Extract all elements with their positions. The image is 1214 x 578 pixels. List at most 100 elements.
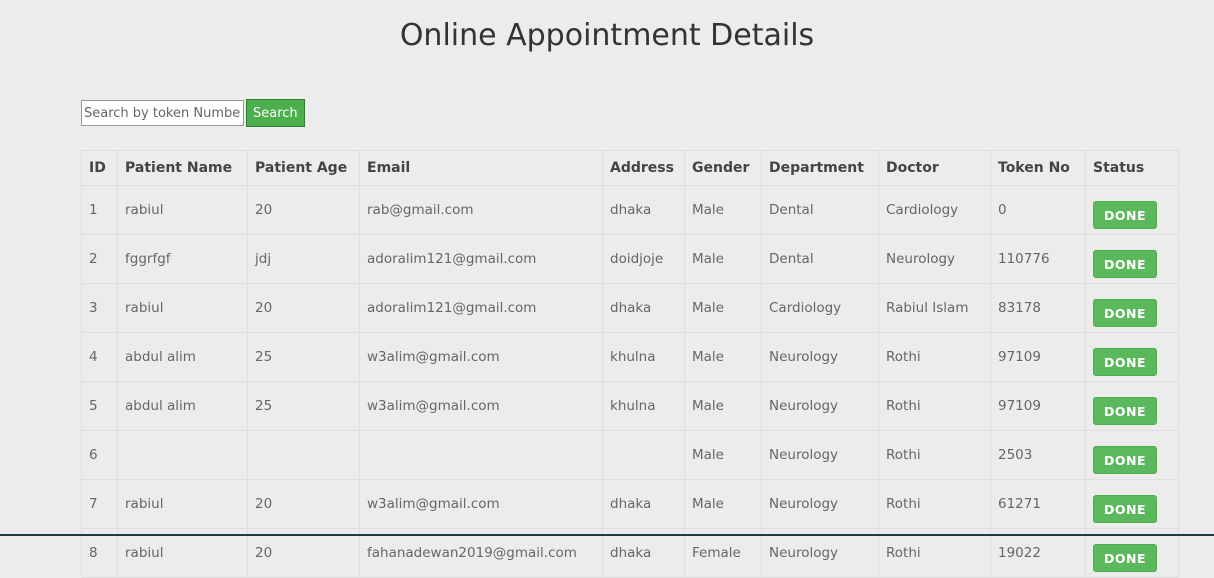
cell-department: Neurology	[761, 332, 879, 382]
cell-gender: Male	[684, 185, 762, 235]
cell-status: DONE	[1085, 332, 1179, 382]
cell-id: 6	[81, 430, 118, 480]
search-button[interactable]: Search	[246, 99, 305, 127]
column-header-gender: Gender	[684, 150, 762, 186]
cell-id: 2	[81, 234, 118, 284]
cell-address	[602, 430, 685, 480]
column-header-address: Address	[602, 150, 685, 186]
column-header-patient-name: Patient Name	[117, 150, 248, 186]
cell-email: w3alim@gmail.com	[359, 381, 603, 431]
cell-gender: Male	[684, 479, 762, 529]
cell-status: DONE	[1085, 381, 1179, 431]
cell-doctor: Neurology	[878, 234, 991, 284]
cell-id: 1	[81, 185, 118, 235]
done-button[interactable]: DONE	[1093, 348, 1157, 376]
cell-status: DONE	[1085, 479, 1179, 529]
column-header-status: Status	[1085, 150, 1179, 186]
cell-email: adoralim121@gmail.com	[359, 234, 603, 284]
table-row: 1 rabiul 20 rab@gmail.com dhaka Male Dental Car…	[81, 185, 1179, 235]
cell-patient-age: 25	[247, 381, 360, 431]
cell-gender: Male	[684, 332, 762, 382]
cell-status: DONE	[1085, 234, 1179, 284]
cell-email: w3alim@gmail.com	[359, 332, 603, 382]
cell-address: khulna	[602, 381, 685, 431]
cell-gender: Male	[684, 234, 762, 284]
cell-address: doidjoje	[602, 234, 685, 284]
column-header-token-no: Token No	[990, 150, 1086, 186]
cell-patient-name: fggrfgf	[117, 234, 248, 284]
cell-status: DONE	[1085, 283, 1179, 333]
cell-gender: Male	[684, 283, 762, 333]
search-form: Search	[81, 99, 305, 127]
cell-token-no: 83178	[990, 283, 1086, 333]
table-row: 2 fggrfgf jdj adoralim121@gmail.com doidjoje…	[81, 234, 1179, 284]
table-body: 1 rabiul 20 rab@gmail.com dhaka Male Dental Car…	[81, 185, 1179, 578]
page-title: Online Appointment Details	[399, 18, 815, 53]
cell-department: Dental	[761, 185, 879, 235]
cell-gender: Male	[684, 381, 762, 431]
cell-doctor: Rothi	[878, 479, 991, 529]
appointments-table: ID Patient Name Patient Age Email Addres…	[81, 150, 1179, 578]
column-header-email: Email	[359, 150, 603, 186]
cell-patient-age: jdj	[247, 234, 360, 284]
cell-department: Dental	[761, 234, 879, 284]
cell-email: rab@gmail.com	[359, 185, 603, 235]
table-row: 4 abdul alim 25 w3alim@gmail.com khulna Male N…	[81, 332, 1179, 382]
cell-token-no: 61271	[990, 479, 1086, 529]
cell-address: dhaka	[602, 185, 685, 235]
done-button[interactable]: DONE	[1093, 299, 1157, 327]
cell-doctor: Rabiul Islam	[878, 283, 991, 333]
cell-email: adoralim121@gmail.com	[359, 283, 603, 333]
cell-email	[359, 430, 603, 480]
cell-patient-name: rabiul	[117, 185, 248, 235]
cell-doctor: Rothi	[878, 332, 991, 382]
search-input[interactable]	[81, 100, 244, 126]
cell-patient-age: 20	[247, 479, 360, 529]
cell-department: Cardiology	[761, 283, 879, 333]
table-header-row: ID Patient Name Patient Age Email Addres…	[81, 150, 1179, 186]
cell-gender: Male	[684, 430, 762, 480]
cell-patient-age: 20	[247, 283, 360, 333]
cell-id: 5	[81, 381, 118, 431]
cell-id: 4	[81, 332, 118, 382]
cell-id: 3	[81, 283, 118, 333]
table-row: 6 Male Neurology Rothi 2503 DONE	[81, 430, 1179, 480]
cell-patient-age	[247, 430, 360, 480]
cell-patient-name: abdul alim	[117, 381, 248, 431]
cell-token-no: 97109	[990, 381, 1086, 431]
cell-status: DONE	[1085, 185, 1179, 235]
table-row: 5 abdul alim 25 w3alim@gmail.com khulna Male N…	[81, 381, 1179, 431]
table-row: 3 rabiul 20 adoralim121@gmail.com dhaka Male C…	[81, 283, 1179, 333]
column-header-id: ID	[81, 150, 118, 186]
done-button[interactable]: DONE	[1093, 544, 1157, 572]
column-header-patient-age: Patient Age	[247, 150, 360, 186]
column-header-department: Department	[761, 150, 879, 186]
cell-token-no: 110776	[990, 234, 1086, 284]
done-button[interactable]: DONE	[1093, 250, 1157, 278]
cell-patient-name: abdul alim	[117, 332, 248, 382]
cell-department: Neurology	[761, 430, 879, 480]
cell-doctor: Cardiology	[878, 185, 991, 235]
done-button[interactable]: DONE	[1093, 397, 1157, 425]
cell-patient-age: 20	[247, 185, 360, 235]
appointments-table-container: ID Patient Name Patient Age Email Addres…	[81, 150, 1179, 578]
cell-patient-name: rabiul	[117, 479, 248, 529]
cell-address: dhaka	[602, 283, 685, 333]
cell-address: dhaka	[602, 479, 685, 529]
cell-department: Neurology	[761, 479, 879, 529]
cell-patient-name: rabiul	[117, 283, 248, 333]
done-button[interactable]: DONE	[1093, 201, 1157, 229]
cell-address: khulna	[602, 332, 685, 382]
cell-status: DONE	[1085, 430, 1179, 480]
cell-id: 7	[81, 479, 118, 529]
done-button[interactable]: DONE	[1093, 495, 1157, 523]
cell-doctor: Rothi	[878, 381, 991, 431]
cell-patient-name	[117, 430, 248, 480]
cell-email: w3alim@gmail.com	[359, 479, 603, 529]
cell-token-no: 0	[990, 185, 1086, 235]
cell-department: Neurology	[761, 381, 879, 431]
cell-doctor: Rothi	[878, 430, 991, 480]
done-button[interactable]: DONE	[1093, 446, 1157, 474]
cell-token-no: 97109	[990, 332, 1086, 382]
table-row: 7 rabiul 20 w3alim@gmail.com dhaka Male Neurol…	[81, 479, 1179, 529]
